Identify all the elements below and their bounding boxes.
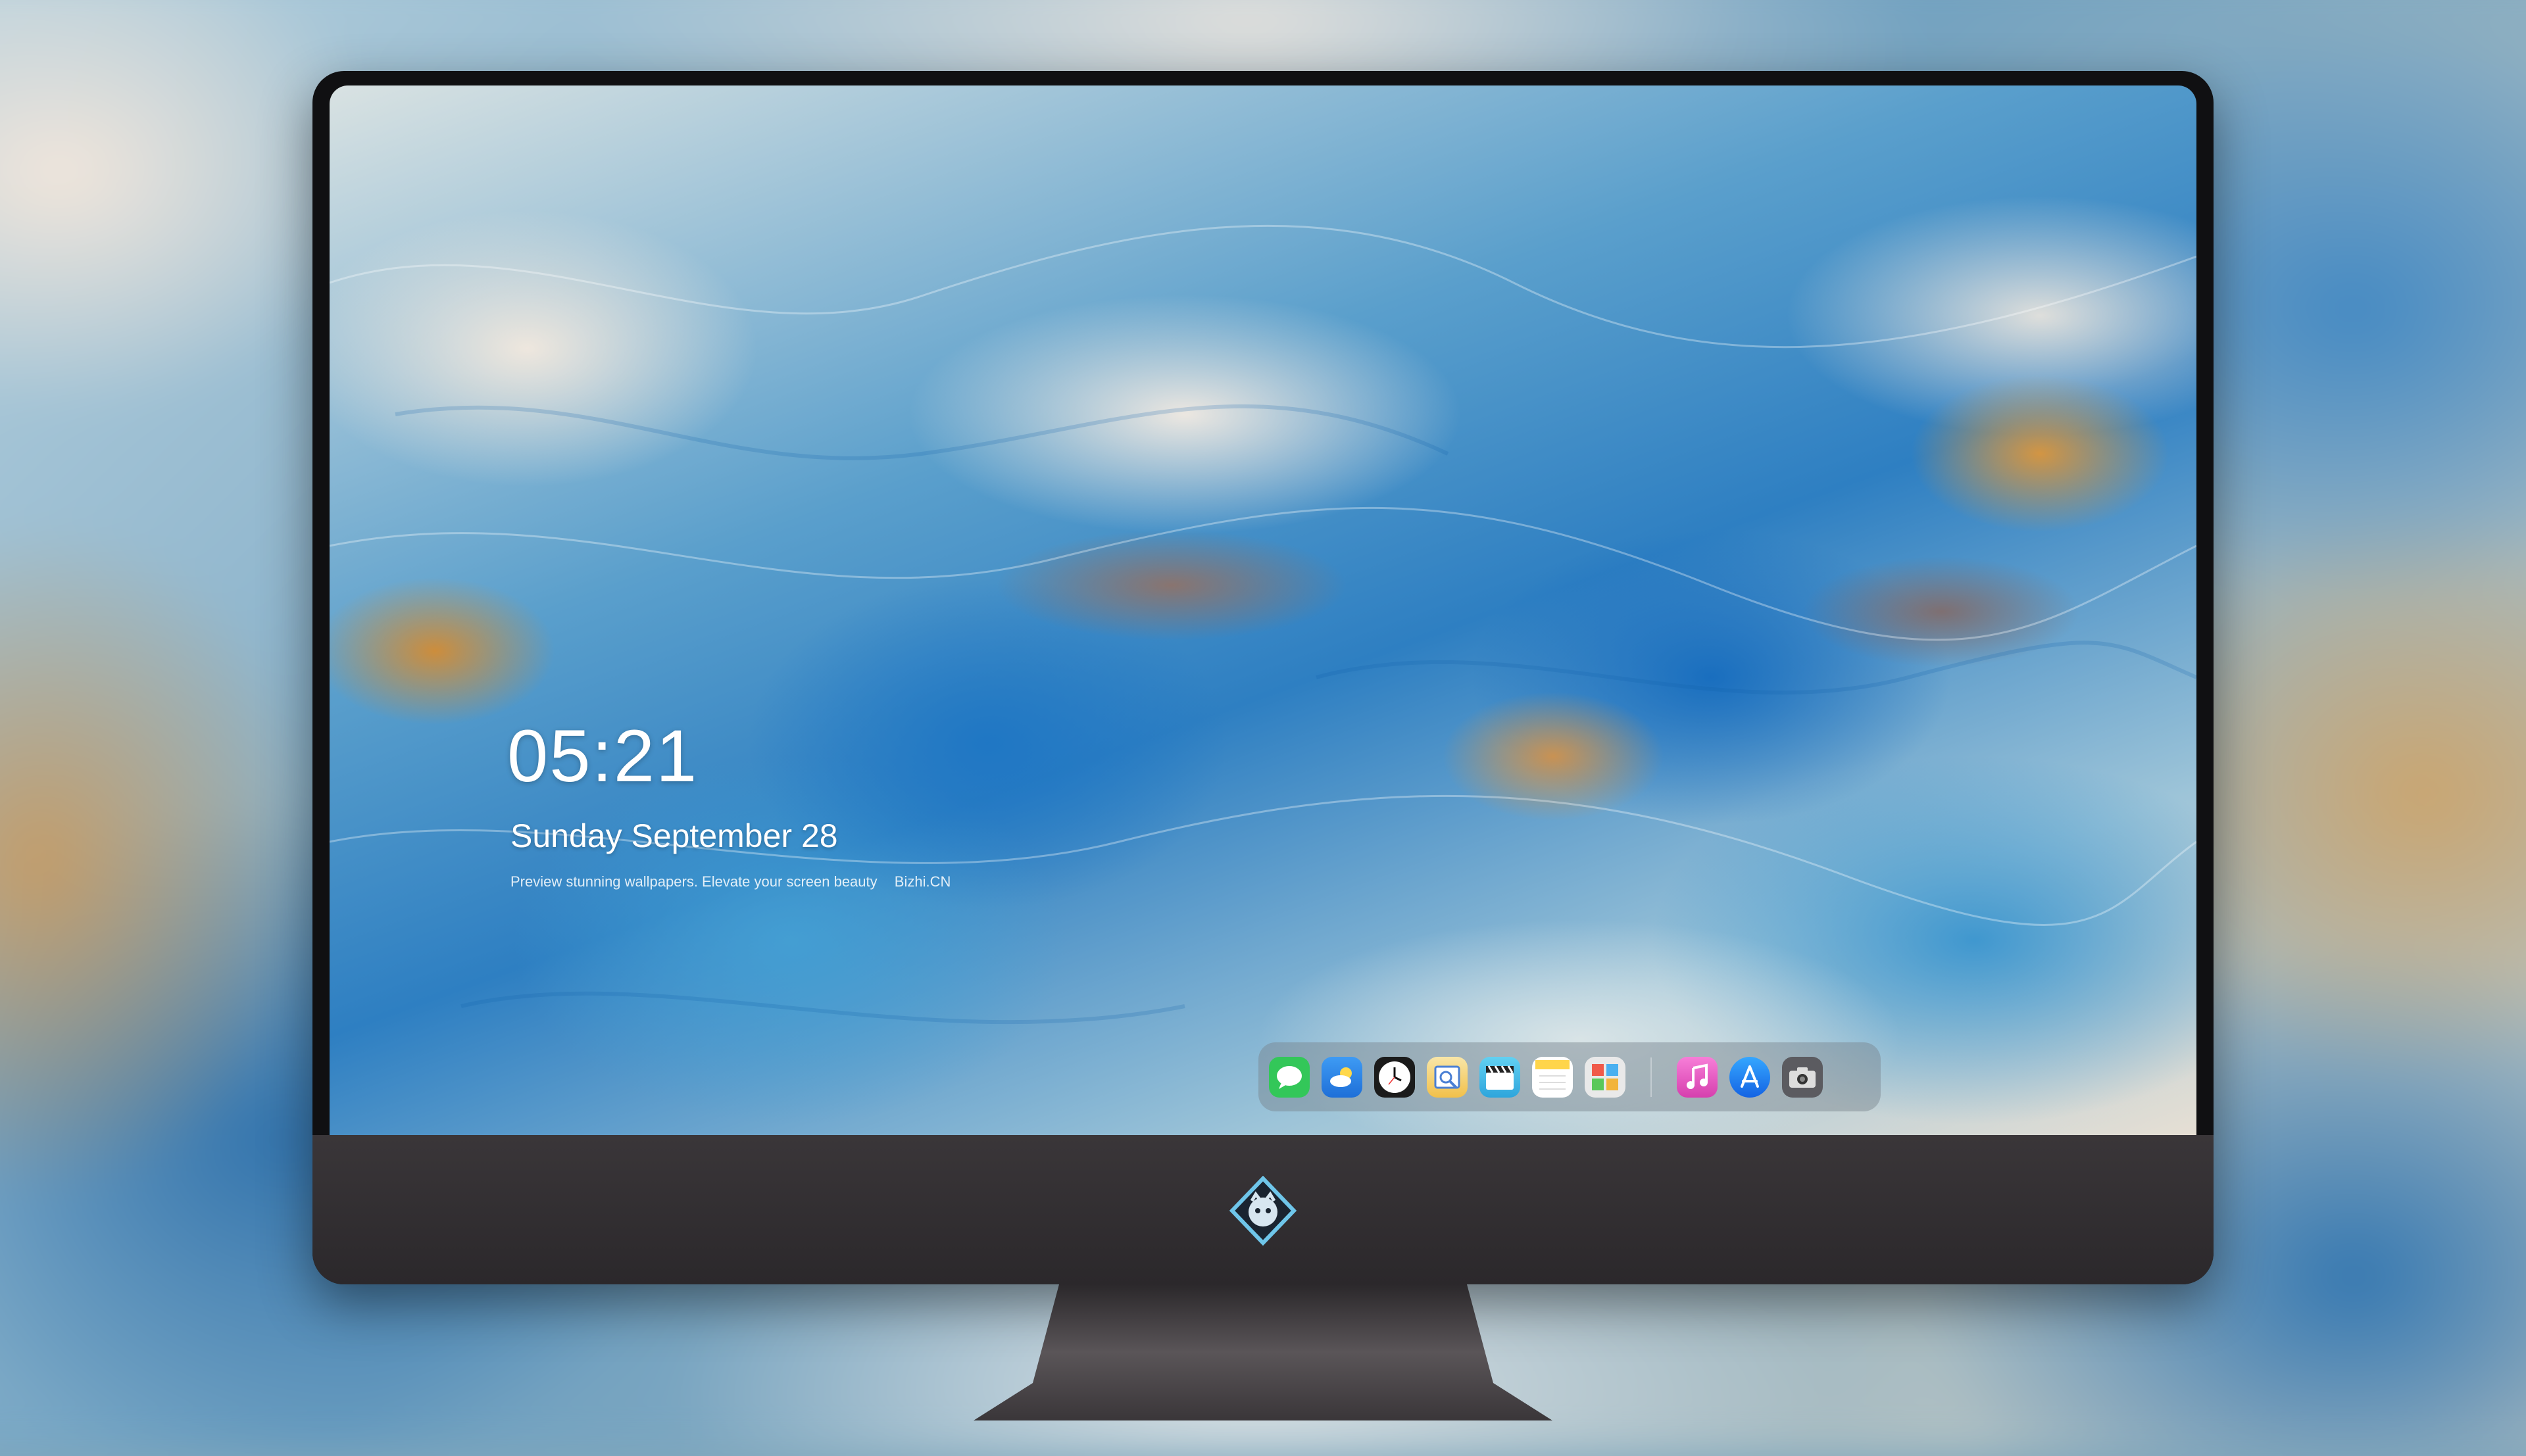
desktop-screen: 05:21 Sunday September 28 Preview stunni… (330, 85, 2196, 1135)
dock-messages[interactable] (1269, 1056, 1310, 1098)
dock-weather[interactable] (1322, 1056, 1362, 1098)
clapperboard-icon (1486, 1065, 1514, 1090)
tagline-brand: Bizhi.CN (894, 873, 951, 890)
dock-separator (1650, 1057, 1652, 1097)
dock-camera[interactable] (1782, 1056, 1823, 1098)
lockscreen-date: Sunday September 28 (510, 817, 838, 854)
dock-preview[interactable] (1427, 1056, 1468, 1098)
music-note-icon (1687, 1063, 1708, 1089)
dock-clock[interactable] (1374, 1056, 1415, 1098)
camera-icon (1789, 1067, 1816, 1088)
lockscreen-clock: 05:21 (507, 715, 699, 797)
lockscreen-tagline: Preview stunning wallpapers. Elevate you… (510, 873, 964, 890)
tagline-text: Preview stunning wallpapers. Elevate you… (510, 873, 878, 890)
wallpaper-texture (330, 224, 2196, 1025)
messages-icon (1277, 1065, 1302, 1089)
dock-music[interactable] (1677, 1056, 1718, 1098)
clock-icon (1379, 1061, 1410, 1093)
photos-grid-icon (1592, 1063, 1618, 1090)
dock (1258, 1042, 1881, 1111)
dock-clips[interactable] (1479, 1056, 1520, 1098)
dock-notes[interactable] (1532, 1056, 1573, 1098)
weather-icon (1330, 1067, 1352, 1087)
dock-app-store[interactable] (1729, 1056, 1770, 1098)
notes-icon (1535, 1059, 1570, 1090)
monitor: 05:21 Sunday September 28 Preview stunni… (312, 71, 2214, 1284)
dock-photos[interactable] (1585, 1056, 1625, 1098)
brand-logo-icon (1229, 1176, 1297, 1246)
app-store-icon (1741, 1065, 1759, 1088)
preview-icon (1434, 1065, 1460, 1088)
monitor-stand (974, 1284, 1552, 1420)
